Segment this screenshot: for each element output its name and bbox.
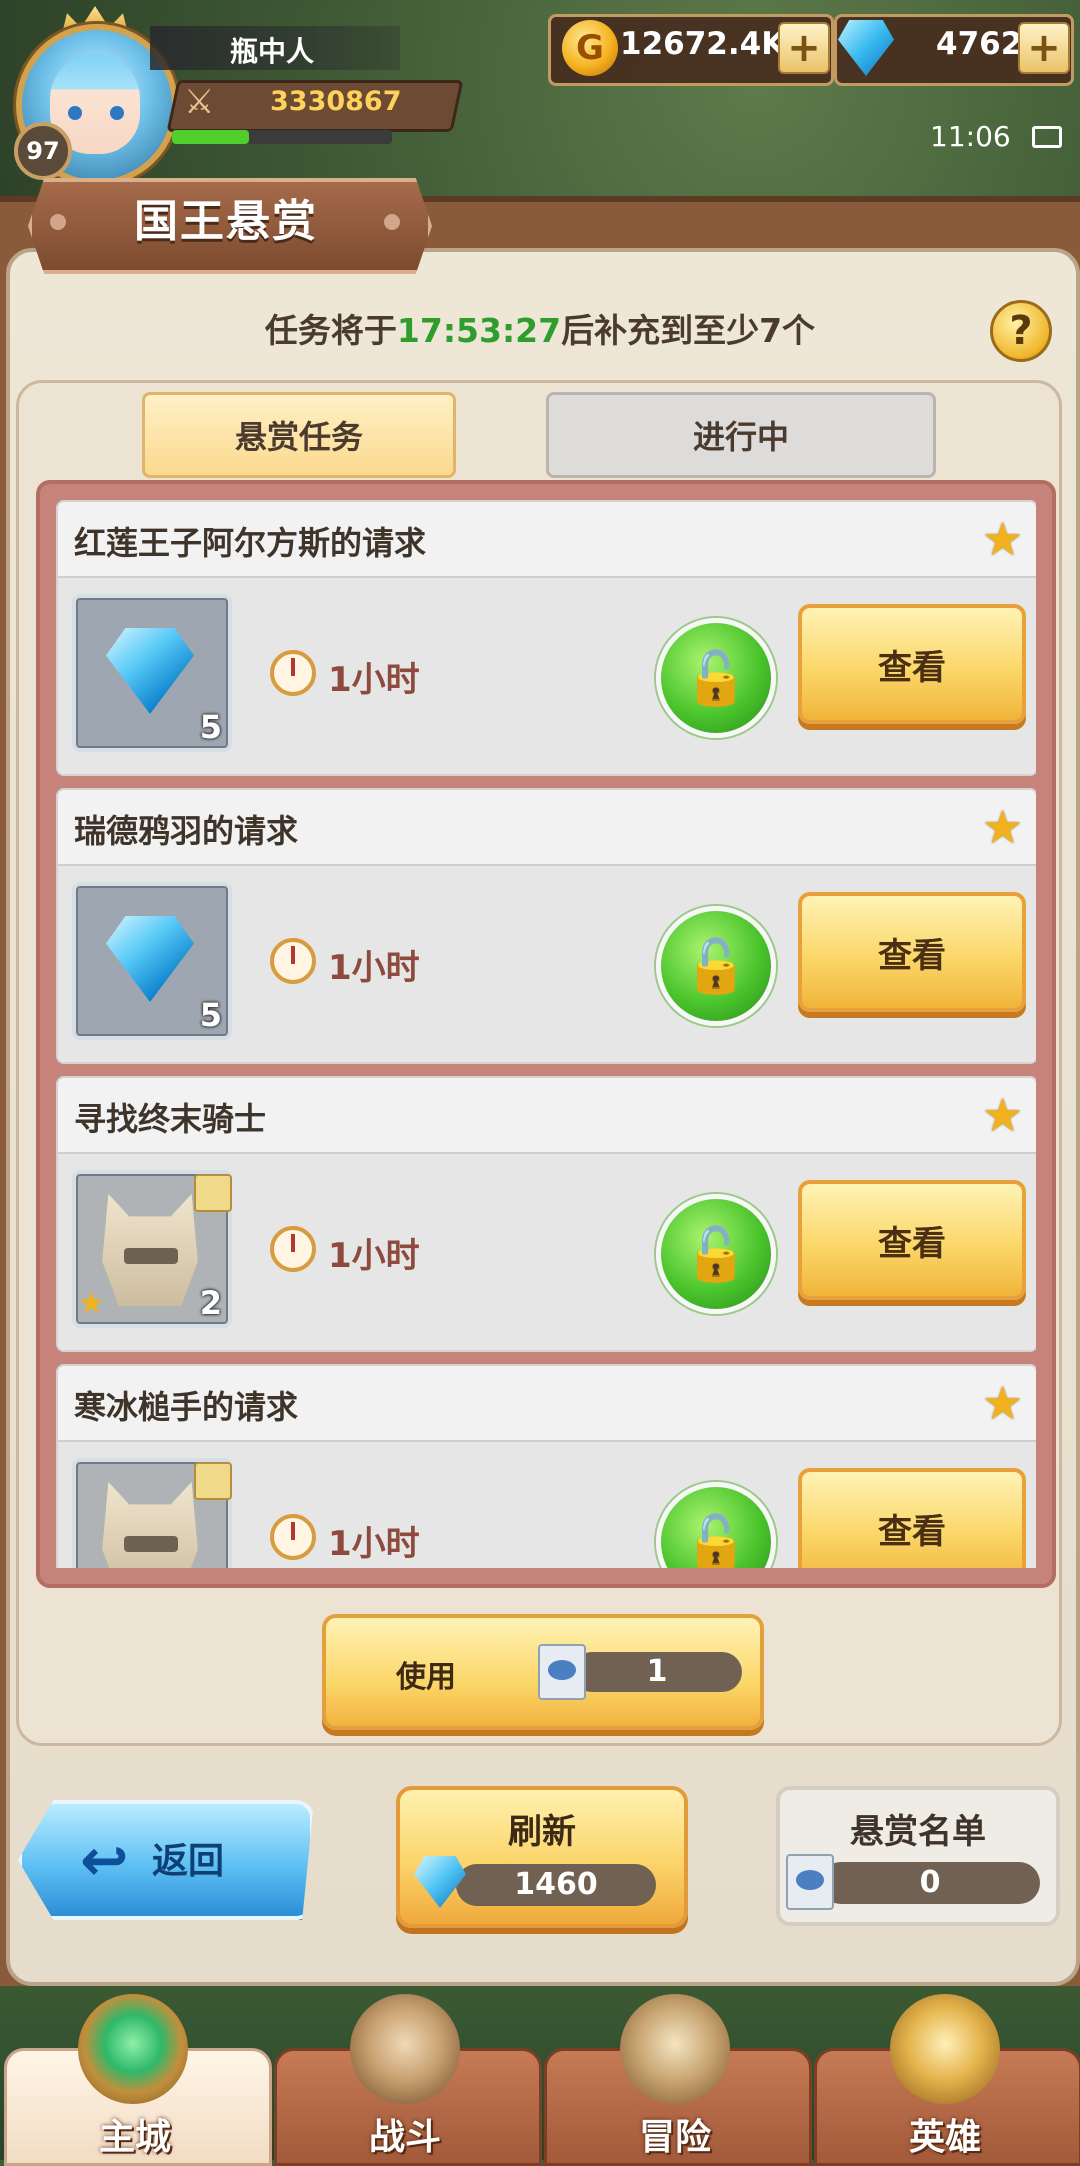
puzzle-piece-icon <box>194 1462 232 1500</box>
reward-item[interactable]: 5 <box>72 882 232 1040</box>
quest-duration: 1小时 <box>328 1236 420 1276</box>
refresh-button[interactable]: 刷新 1460 <box>396 1786 688 1928</box>
scroll-count: 1 <box>572 1652 742 1692</box>
quest-duration: 1小时 <box>328 948 420 988</box>
unlock-icon[interactable]: 🔓 <box>656 1194 776 1314</box>
view-button[interactable]: 查看 <box>798 604 1026 724</box>
quest-card: 寻找终末骑士 ★ ★ 2 1小时 🔓 查看 <box>56 1076 1036 1352</box>
player-name: 瓶中人 <box>230 35 315 68</box>
clock-icon <box>270 1514 316 1560</box>
combat-power-value: 3330867 <box>270 86 402 117</box>
gem-icon <box>106 916 194 1002</box>
castle-icon <box>78 1994 188 2104</box>
refresh-countdown: 17:53:27 <box>396 311 562 350</box>
bounty-scroll-icon <box>786 1854 834 1910</box>
reward-count: 5 <box>199 996 222 1034</box>
star-icon: ★ <box>78 1286 105 1321</box>
use-scroll-button[interactable]: 使用 1 <box>322 1614 764 1730</box>
gem-amount: 4762 <box>936 26 1023 62</box>
helmet-icon <box>102 1482 198 1568</box>
refresh-suffix: 后补充到至少7个 <box>561 311 816 350</box>
star-icon[interactable]: ★ <box>982 1380 1023 1426</box>
tab-bounty-quests[interactable]: 悬赏任务 <box>142 392 456 478</box>
clock-icon <box>270 650 316 696</box>
gem-icon <box>414 1856 466 1908</box>
exp-bar-fill <box>172 130 249 144</box>
view-button[interactable]: 查看 <box>798 892 1026 1012</box>
quest-card: 瑞德鸦羽的请求 ★ 5 1小时 🔓 查看 <box>56 788 1036 1064</box>
nav-label-adventure: 冒险 <box>638 2117 711 2158</box>
puzzle-piece-icon <box>194 1174 232 1212</box>
unlock-icon[interactable]: 🔓 <box>656 906 776 1026</box>
nav-label-battle: 战斗 <box>368 2117 441 2158</box>
map-scroll-icon <box>620 1994 730 2104</box>
tab-in-progress[interactable]: 进行中 <box>546 392 936 478</box>
bounty-list-button[interactable]: 悬赏名单 0 <box>776 1786 1060 1926</box>
refresh-label: 刷新 <box>508 1812 576 1852</box>
view-button[interactable]: 查看 <box>798 1468 1026 1568</box>
gold-amount: 12672.4K <box>620 26 786 62</box>
quest-title: 寻找终末骑士 <box>74 1100 267 1138</box>
reward-item[interactable]: 5 <box>72 594 232 752</box>
status-time: 11:06 <box>930 120 1011 153</box>
quest-card: 红莲王子阿尔方斯的请求 ★ 5 1小时 🔓 查看 <box>56 500 1036 776</box>
hero-crest-icon <box>890 1994 1000 2104</box>
quest-card: 寒冰槌手的请求 ★ ★ 2 1小时 🔓 查看 <box>56 1364 1036 1568</box>
page-title: 国王悬赏 <box>134 196 318 247</box>
quest-title: 瑞德鸦羽的请求 <box>74 812 299 850</box>
nav-label-heroes: 英雄 <box>908 2117 981 2158</box>
reward-item[interactable]: ★ 2 <box>72 1170 232 1328</box>
bounty-list-count: 0 <box>820 1862 1040 1904</box>
add-gems-button[interactable]: + <box>1018 22 1070 74</box>
bounty-scroll-icon <box>538 1644 586 1700</box>
quest-title: 寒冰槌手的请求 <box>74 1388 299 1426</box>
crossed-swords-icon: ⚔ <box>184 82 215 122</box>
star-icon[interactable]: ★ <box>982 1092 1023 1138</box>
quest-list[interactable]: 红莲王子阿尔方斯的请求 ★ 5 1小时 🔓 查看 瑞德鸦羽的请求 ★ 5 1小时… <box>36 480 1056 1588</box>
quest-duration: 1小时 <box>328 1524 420 1564</box>
add-gold-button[interactable]: + <box>778 22 830 74</box>
quest-duration: 1小时 <box>328 660 420 700</box>
return-arrow-icon: ↩ <box>80 1826 129 1894</box>
star-icon[interactable]: ★ <box>982 804 1023 850</box>
refresh-prefix: 任务将于 <box>264 311 397 350</box>
reward-count: 2 <box>199 1284 222 1322</box>
reward-item[interactable]: ★ 2 <box>72 1458 232 1568</box>
clock-icon <box>270 1226 316 1272</box>
unlock-icon[interactable]: 🔓 <box>656 1482 776 1568</box>
reward-count: 5 <box>199 708 222 746</box>
quest-title: 红莲王子阿尔方斯的请求 <box>74 524 427 562</box>
unlock-icon[interactable]: 🔓 <box>656 618 776 738</box>
refresh-notice: 任务将于17:53:27后补充到至少7个 <box>0 304 1080 352</box>
exp-bar <box>172 130 392 144</box>
clock-icon <box>270 938 316 984</box>
use-label: 使用 <box>396 1660 456 1695</box>
star-icon[interactable]: ★ <box>982 516 1023 562</box>
refresh-cost: 1460 <box>456 1864 656 1906</box>
gem-icon <box>106 628 194 714</box>
crossed-swords-icon <box>350 1994 460 2104</box>
help-button[interactable]: ? <box>990 300 1052 362</box>
player-level-badge: 97 <box>14 122 72 180</box>
nav-label-main-city: 主城 <box>98 2117 171 2158</box>
gold-coin-icon: G <box>562 20 618 76</box>
bounty-list-label: 悬赏名单 <box>850 1812 986 1852</box>
back-label[interactable]: 返回 <box>152 1832 224 1884</box>
battery-icon <box>1032 126 1062 148</box>
view-button[interactable]: 查看 <box>798 1180 1026 1300</box>
